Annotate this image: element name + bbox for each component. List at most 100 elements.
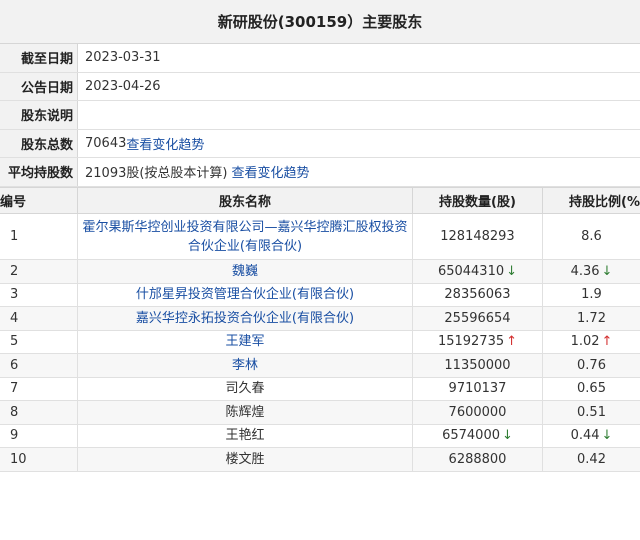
ratio-value: 1.02 (570, 334, 600, 350)
shareholder-name[interactable]: 魏巍 (78, 260, 413, 283)
table-row: 2 魏巍 65044310 ↓ 4.36 ↓ (0, 260, 640, 284)
row-index: 4 (0, 307, 78, 330)
info-value: 21093股(按总股本计算) 查看变化趋势 (78, 158, 640, 186)
info-label: 股东说明 (0, 101, 78, 129)
row-index: 8 (0, 401, 78, 424)
ratio-value: 1.9 (581, 287, 602, 303)
table-body: 1 霍尔果斯华控创业投资有限公司—嘉兴华控腾汇股权投资合伙企业(有限合伙) 1281… (0, 214, 640, 472)
row-index: 10 (0, 448, 78, 471)
table-row: 1 霍尔果斯华控创业投资有限公司—嘉兴华控腾汇股权投资合伙企业(有限合伙) 1281… (0, 214, 640, 260)
share-quantity: 65044310 ↓ (413, 260, 543, 283)
row-index: 7 (0, 377, 78, 400)
share-ratio: 0.65 (543, 378, 640, 401)
arrow-down-icon: ↓ (601, 428, 613, 444)
share-ratio: 0.76 (543, 354, 640, 377)
shareholder-name: 王艳红 (78, 424, 413, 447)
info-value: 70643 查看变化趋势 (78, 130, 640, 158)
quantity-value: 11350000 (444, 357, 511, 373)
table-row: 7 司久春 9710137 0.65 (0, 377, 640, 401)
quantity-value: 7600000 (448, 404, 507, 420)
table-row: 3 什邡星昇投资管理合伙企业(有限合伙) 28356063 1.9 (0, 283, 640, 307)
share-quantity: 25596654 (413, 307, 543, 330)
share-quantity: 11350000 (413, 354, 543, 377)
share-ratio: 4.36 ↓ (543, 260, 640, 283)
col-header-name: 股东名称 (78, 188, 413, 213)
shareholder-name: 司久春 (78, 377, 413, 400)
ratio-value: 1.72 (577, 310, 606, 326)
share-quantity: 6288800 (413, 448, 543, 471)
share-ratio: 8.6 (543, 214, 640, 259)
info-value (78, 101, 640, 129)
arrow-down-icon: ↓ (506, 263, 518, 279)
share-quantity: 6574000 ↓ (413, 424, 543, 447)
col-header-ratio: 持股比例(%) (569, 195, 640, 210)
ratio-value: 0.51 (577, 404, 606, 420)
row-index: 1 (0, 214, 78, 259)
table-row: 5 王建军 15192735 ↑ 1.02 ↑ (0, 330, 640, 354)
share-quantity: 15192735 ↑ (413, 330, 543, 353)
info-label: 股东总数 (0, 129, 78, 157)
info-row-end-date: 截至日期 2023-03-31 (0, 44, 640, 73)
info-value: 2023-03-31 (85, 50, 161, 66)
avg-holding-trend-link[interactable]: 查看变化趋势 (232, 162, 310, 181)
holder-count-value: 70643 (85, 135, 127, 151)
quantity-value: 25596654 (444, 310, 511, 326)
table-row: 10 楼文胜 6288800 0.42 (0, 448, 640, 472)
shareholders-table: 编号 股东名称 持股数量(股) 持股比例(%) 1 霍尔果斯华控创业投资有限公司—… (0, 187, 640, 472)
ratio-value: 0.44 (570, 428, 600, 444)
info-row-announce-date: 公告日期 2023-04-26 (0, 72, 640, 101)
arrow-up-icon: ↑ (506, 334, 518, 350)
row-index: 2 (0, 260, 78, 283)
shareholder-name[interactable]: 什邡星昇投资管理合伙企业(有限合伙) (78, 283, 413, 306)
title-text: 新研股份(300159）主要股东 (217, 13, 423, 31)
arrow-down-icon: ↓ (502, 428, 513, 444)
share-ratio: 1.72 (543, 307, 640, 330)
info-label: 截至日期 (0, 44, 78, 72)
shareholder-name[interactable]: 王建军 (78, 330, 413, 353)
avg-holding-value: 21093股(按总股本计算) (85, 166, 228, 182)
share-quantity: 9710137 (413, 377, 543, 400)
share-ratio: 1.9 (543, 284, 640, 307)
col-header-quantity: 持股数量(股) (413, 188, 543, 213)
col-header-index: 编号 (0, 188, 78, 213)
quantity-value: 65044310 (437, 263, 505, 279)
table-header: 编号 股东名称 持股数量(股) 持股比例(%) (0, 187, 640, 214)
holder-count-trend-link[interactable]: 查看变化趋势 (126, 134, 204, 153)
ratio-value: 4.36 (570, 263, 600, 279)
arrow-up-icon: ↑ (601, 334, 613, 350)
info-value: 2023-04-26 (85, 78, 161, 94)
share-quantity: 28356063 (413, 283, 543, 306)
ratio-value: 8.6 (581, 229, 602, 244)
info-row-avg-holding: 平均持股数 21093股(按总股本计算) 查看变化趋势 (0, 158, 640, 187)
info-row-note: 股东说明 (0, 101, 640, 130)
row-index: 9 (0, 424, 78, 447)
info-label: 平均持股数 (0, 158, 78, 186)
row-index: 6 (0, 354, 78, 377)
quantity-value: 9710137 (448, 381, 507, 397)
table-row: 6 李林 11350000 0.76 (0, 354, 640, 378)
table-row: 9 王艳红 6574000 ↓ 0.44 ↓ (0, 424, 640, 448)
share-ratio: 1.02 ↑ (543, 331, 640, 354)
quantity-value: 28356063 (444, 287, 511, 303)
shareholder-name: 陈辉煌 (78, 401, 413, 424)
row-index: 3 (0, 283, 78, 306)
ratio-value: 0.42 (577, 451, 606, 467)
shareholder-name[interactable]: 李林 (78, 354, 413, 377)
share-ratio: 0.42 (543, 448, 640, 471)
table-row: 4 嘉兴华控永拓投资合伙企业(有限合伙) 25596654 1.72 (0, 307, 640, 331)
summary-info: 截至日期 2023-03-31 公告日期 2023-04-26 股东说明 股东总… (0, 44, 640, 187)
info-row-holder-count: 股东总数 70643 查看变化趋势 (0, 129, 640, 158)
shareholder-name[interactable]: 嘉兴华控永拓投资合伙企业(有限合伙) (78, 307, 413, 330)
share-ratio: 0.51 (543, 401, 640, 424)
share-quantity: 7600000 (413, 401, 543, 424)
ratio-value: 0.65 (577, 381, 606, 397)
shareholder-name[interactable]: 霍尔果斯华控创业投资有限公司—嘉兴华控腾汇股权投资合伙企业(有限合伙) (78, 214, 413, 259)
quantity-value: 15192735 (437, 334, 505, 350)
quantity-value: 6288800 (448, 451, 507, 467)
table-row: 8 陈辉煌 7600000 0.51 (0, 401, 640, 425)
info-label: 公告日期 (0, 72, 78, 100)
page-title: 新研股份(300159）主要股东 (0, 0, 640, 44)
arrow-down-icon: ↓ (601, 263, 613, 279)
row-index: 5 (0, 330, 78, 353)
ratio-value: 0.76 (577, 357, 606, 373)
